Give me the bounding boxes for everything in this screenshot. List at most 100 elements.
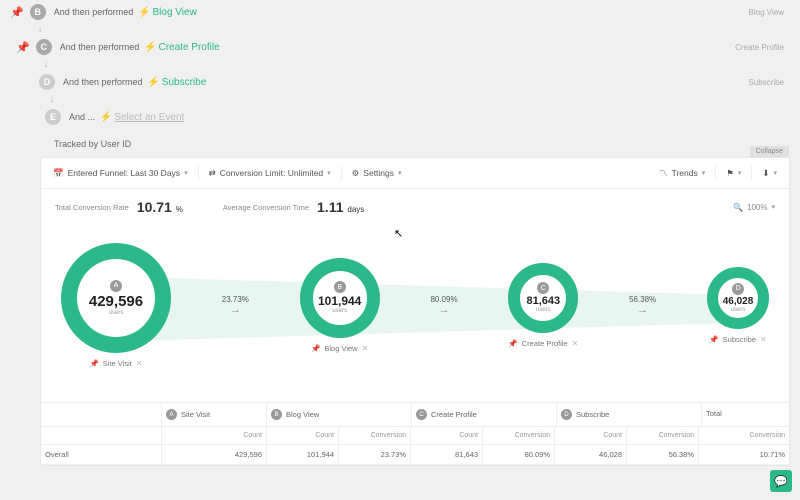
stage-count: 81,643 xyxy=(527,295,561,307)
step-right-label: Blog View xyxy=(749,8,790,17)
th-stage[interactable]: BBlog View xyxy=(266,403,411,426)
step-event[interactable]: Subscribe xyxy=(162,77,206,88)
chevron-down-icon: ▾ xyxy=(184,169,188,177)
search-icon: 🔍 xyxy=(733,203,743,212)
th-sub: Conversion xyxy=(698,427,789,444)
settings-button[interactable]: ⚙Settings▾ xyxy=(348,165,406,182)
lightning-icon: ⚡ xyxy=(144,42,156,53)
stage-label: 📌Blog View✕ xyxy=(311,344,368,353)
step-badge: E xyxy=(45,109,61,125)
stage-ring[interactable]: A 429,596 users xyxy=(61,243,171,353)
pin-icon[interactable]: 📌 xyxy=(508,339,517,348)
pin-icon[interactable]: 📌 xyxy=(10,6,24,19)
th-sub: Conversion xyxy=(338,427,410,444)
rate-label: Total Conversion Rate xyxy=(55,203,129,212)
stage-ring[interactable]: C 81,643 users xyxy=(508,263,578,333)
funnel-step-B: 📌 B And then performed ⚡Blog View Blog V… xyxy=(0,0,800,24)
cell: 429,596 xyxy=(161,445,266,464)
time-label: Average Conversion Time xyxy=(223,203,309,212)
stage-D: D 46,028 users 📌Subscribe✕ xyxy=(707,267,769,344)
step-event[interactable]: Create Profile xyxy=(159,42,220,53)
chevron-down-icon: ▾ xyxy=(327,169,331,177)
close-icon[interactable]: ✕ xyxy=(136,359,143,368)
download-icon: ⬇ xyxy=(762,168,769,179)
step-text: And then performed xyxy=(54,7,134,17)
conversion-connector: 23.73%→ xyxy=(171,295,300,316)
select-event[interactable]: Select an Event xyxy=(114,112,184,123)
stage-ring[interactable]: D 46,028 users xyxy=(707,267,769,329)
step-event[interactable]: Blog View xyxy=(153,7,197,18)
toolbar: 📅Entered Funnel: Last 30 Days▾ ⇄Conversi… xyxy=(41,158,789,189)
stage-C: C 81,643 users 📌Create Profile✕ xyxy=(508,263,578,348)
th-stage[interactable]: CCreate Profile xyxy=(411,403,556,426)
stage-count: 46,028 xyxy=(723,296,754,307)
download-button[interactable]: ⬇▾ xyxy=(758,165,781,182)
th-sub: Count xyxy=(410,427,482,444)
close-icon[interactable]: ✕ xyxy=(362,344,369,353)
trends-button[interactable]: 〽Trends▾ xyxy=(655,164,709,182)
arrow-down-icon: ↓ xyxy=(32,24,48,35)
pin-icon[interactable]: 📌 xyxy=(16,41,30,54)
stage-A: A 429,596 users 📌Site Visit✕ xyxy=(61,243,171,368)
funnel-step-C: 📌 C And then performed ⚡Create Profile C… xyxy=(0,35,800,59)
step-right-label: Subscribe xyxy=(748,78,790,87)
users-label: users xyxy=(332,308,347,314)
flag-icon: ⚑ xyxy=(726,168,734,179)
date-filter[interactable]: 📅Entered Funnel: Last 30 Days▾ xyxy=(49,165,192,182)
collapse-button[interactable]: Collapse xyxy=(750,146,789,157)
th-sub: Count xyxy=(266,427,338,444)
funnel-chart: A 429,596 users 📌Site Visit✕ 23.73%→ B 1… xyxy=(41,225,789,400)
step-badge: D xyxy=(39,74,55,90)
chat-icon: 💬 xyxy=(774,475,788,488)
arrow-right-icon: → xyxy=(637,304,648,316)
rate-value: 10.71 % xyxy=(137,199,183,215)
stage-ring[interactable]: B 101,944 users xyxy=(300,258,380,338)
pin-icon[interactable]: 📌 xyxy=(709,335,718,344)
chevron-down-icon: ▾ xyxy=(398,169,402,177)
conversion-connector: 80.09%→ xyxy=(380,295,509,316)
close-icon[interactable]: ✕ xyxy=(760,335,767,344)
lightning-icon: ⚡ xyxy=(147,77,159,88)
th-sub: Count xyxy=(161,427,266,444)
zoom-control[interactable]: 🔍100%▾ xyxy=(733,203,775,212)
arrow-right-icon: → xyxy=(439,304,450,316)
pin-icon[interactable]: 📌 xyxy=(311,344,320,353)
chevron-down-icon: ▾ xyxy=(773,169,777,177)
swap-icon: ⇄ xyxy=(209,168,216,179)
users-label: users xyxy=(731,307,746,313)
step-text: And then performed xyxy=(60,42,140,52)
help-fab[interactable]: 💬 xyxy=(770,470,792,492)
stage-label: 📌Site Visit✕ xyxy=(89,359,142,368)
chevron-down-icon: ▾ xyxy=(702,169,706,177)
table-row: Overall429,596101,94423.73%81,64380.09%4… xyxy=(41,445,789,465)
th-stage[interactable]: ASite Visit xyxy=(161,403,266,426)
conversion-limit[interactable]: ⇄Conversion Limit: Unlimited▾ xyxy=(205,165,335,182)
stage-badge: B xyxy=(334,281,346,293)
funnel-step-E: E And ... ⚡Select an Event xyxy=(0,105,800,129)
stage-count: 429,596 xyxy=(89,293,143,310)
trends-icon: 〽 xyxy=(659,167,668,179)
stage-badge: A xyxy=(110,280,122,292)
th-stage[interactable]: DSubscribe xyxy=(556,403,701,426)
cell: 81,643 xyxy=(410,445,482,464)
cell: 80.09% xyxy=(482,445,554,464)
cell: 101,944 xyxy=(266,445,338,464)
th-total: Total xyxy=(701,403,789,426)
stage-count: 101,944 xyxy=(318,294,361,308)
lightning-icon: ⚡ xyxy=(138,7,150,18)
lightning-icon: ⚡ xyxy=(100,112,112,123)
row-label: Overall xyxy=(41,445,161,464)
th-sub: Count xyxy=(554,427,626,444)
cell: 46,028 xyxy=(554,445,626,464)
stage-label: 📌Create Profile✕ xyxy=(508,339,578,348)
stage-label: 📌Subscribe✕ xyxy=(709,335,766,344)
flag-button[interactable]: ⚑▾ xyxy=(722,165,745,182)
th-blank xyxy=(41,403,161,426)
close-icon[interactable]: ✕ xyxy=(572,339,579,348)
pin-icon[interactable]: 📌 xyxy=(89,359,98,368)
chevron-down-icon: ▾ xyxy=(738,169,742,177)
th-sub xyxy=(41,427,161,444)
step-badge: C xyxy=(36,39,52,55)
users-label: users xyxy=(536,307,551,313)
arrow-right-icon: → xyxy=(230,304,241,316)
